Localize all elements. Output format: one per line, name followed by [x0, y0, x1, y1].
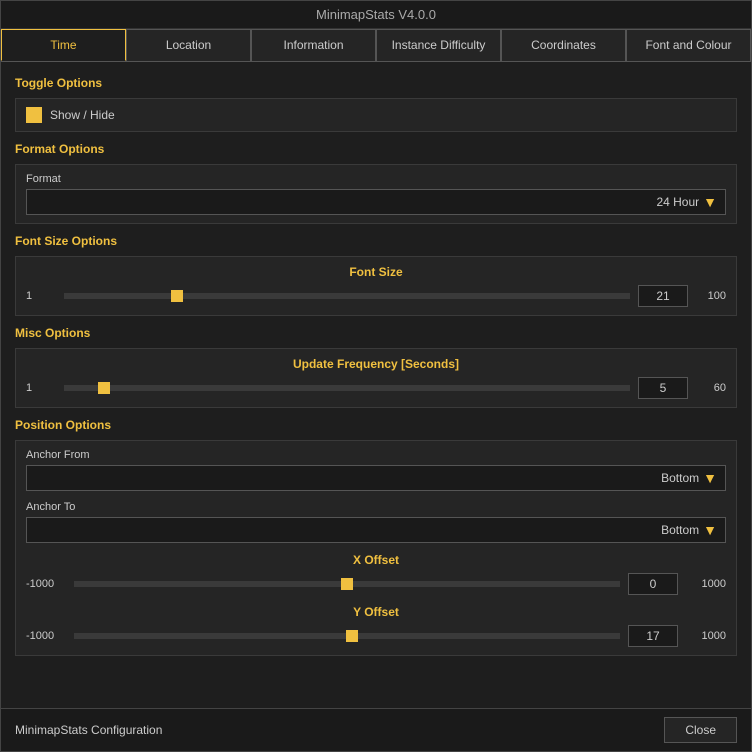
x-offset-input[interactable]	[628, 573, 678, 595]
footer: MinimapStats Configuration Close	[1, 708, 751, 751]
tab-time[interactable]: Time	[1, 29, 126, 61]
anchor-to-dropdown[interactable]: Bottom ▼	[26, 517, 726, 543]
anchor-from-arrow: ▼	[703, 470, 717, 486]
font-size-slider-thumb[interactable]	[171, 290, 183, 302]
tab-information[interactable]: Information	[251, 29, 376, 61]
app-window: MinimapStats V4.0.0 Time Location Inform…	[0, 0, 752, 752]
tab-location[interactable]: Location	[126, 29, 251, 61]
x-offset-max: 1000	[686, 578, 726, 590]
format-field-label: Format	[26, 173, 726, 185]
format-options-box: Format 24 Hour ▼	[15, 164, 737, 224]
tab-bar: Time Location Information Instance Diffi…	[1, 29, 751, 62]
x-offset-slider-thumb[interactable]	[341, 578, 353, 590]
misc-slider-thumb[interactable]	[98, 382, 110, 394]
font-size-slider-container: 1 100	[26, 285, 726, 307]
font-size-max: 100	[696, 290, 726, 302]
position-options-header: Position Options	[15, 418, 737, 432]
misc-options-header: Misc Options	[15, 326, 737, 340]
content-area: Toggle Options Show / Hide Format Option…	[1, 62, 751, 708]
toggle-row: Show / Hide	[26, 107, 726, 123]
font-size-min: 1	[26, 290, 56, 302]
misc-slider-track[interactable]	[64, 385, 630, 391]
close-button[interactable]: Close	[664, 717, 737, 743]
app-title: MinimapStats V4.0.0	[316, 7, 436, 22]
toggle-icon[interactable]	[26, 107, 42, 123]
font-size-slider-title: Font Size	[26, 265, 726, 279]
format-dropdown-arrow: ▼	[703, 194, 717, 210]
y-offset-input[interactable]	[628, 625, 678, 647]
misc-value-input[interactable]	[638, 377, 688, 399]
title-bar: MinimapStats V4.0.0	[1, 1, 751, 29]
tab-font-and-colour[interactable]: Font and Colour	[626, 29, 751, 61]
y-offset-slider-thumb[interactable]	[346, 630, 358, 642]
y-offset-slider-track[interactable]	[74, 633, 620, 639]
toggle-options-box: Show / Hide	[15, 98, 737, 132]
x-offset-min: -1000	[26, 578, 66, 590]
toggle-options-header: Toggle Options	[15, 76, 737, 90]
y-offset-title: Y Offset	[26, 605, 726, 619]
position-options-box: Anchor From Bottom ▼ Anchor To Bottom ▼ …	[15, 440, 737, 656]
x-offset-slider-track[interactable]	[74, 581, 620, 587]
footer-title: MinimapStats Configuration	[15, 723, 162, 737]
format-options-header: Format Options	[15, 142, 737, 156]
x-offset-title: X Offset	[26, 553, 726, 567]
font-size-options-box: Font Size 1 100	[15, 256, 737, 316]
misc-max: 60	[696, 382, 726, 394]
anchor-to-value: Bottom	[35, 523, 703, 537]
font-size-input[interactable]	[638, 285, 688, 307]
update-frequency-title: Update Frequency [Seconds]	[26, 357, 726, 371]
format-dropdown-value: 24 Hour	[35, 195, 703, 209]
x-offset-slider-container: -1000 1000	[26, 573, 726, 595]
y-offset-min: -1000	[26, 630, 66, 642]
y-offset-max: 1000	[686, 630, 726, 642]
y-offset-slider-container: -1000 1000	[26, 625, 726, 647]
tab-instance-difficulty[interactable]: Instance Difficulty	[376, 29, 501, 61]
tab-coordinates[interactable]: Coordinates	[501, 29, 626, 61]
misc-min: 1	[26, 382, 56, 394]
anchor-from-label: Anchor From	[26, 449, 726, 461]
format-dropdown[interactable]: 24 Hour ▼	[26, 189, 726, 215]
anchor-from-dropdown[interactable]: Bottom ▼	[26, 465, 726, 491]
anchor-from-value: Bottom	[35, 471, 703, 485]
font-size-slider-track[interactable]	[64, 293, 630, 299]
misc-options-box: Update Frequency [Seconds] 1 60	[15, 348, 737, 408]
font-size-options-header: Font Size Options	[15, 234, 737, 248]
anchor-to-label: Anchor To	[26, 501, 726, 513]
show-hide-label: Show / Hide	[50, 108, 115, 122]
anchor-to-arrow: ▼	[703, 522, 717, 538]
misc-slider-container: 1 60	[26, 377, 726, 399]
